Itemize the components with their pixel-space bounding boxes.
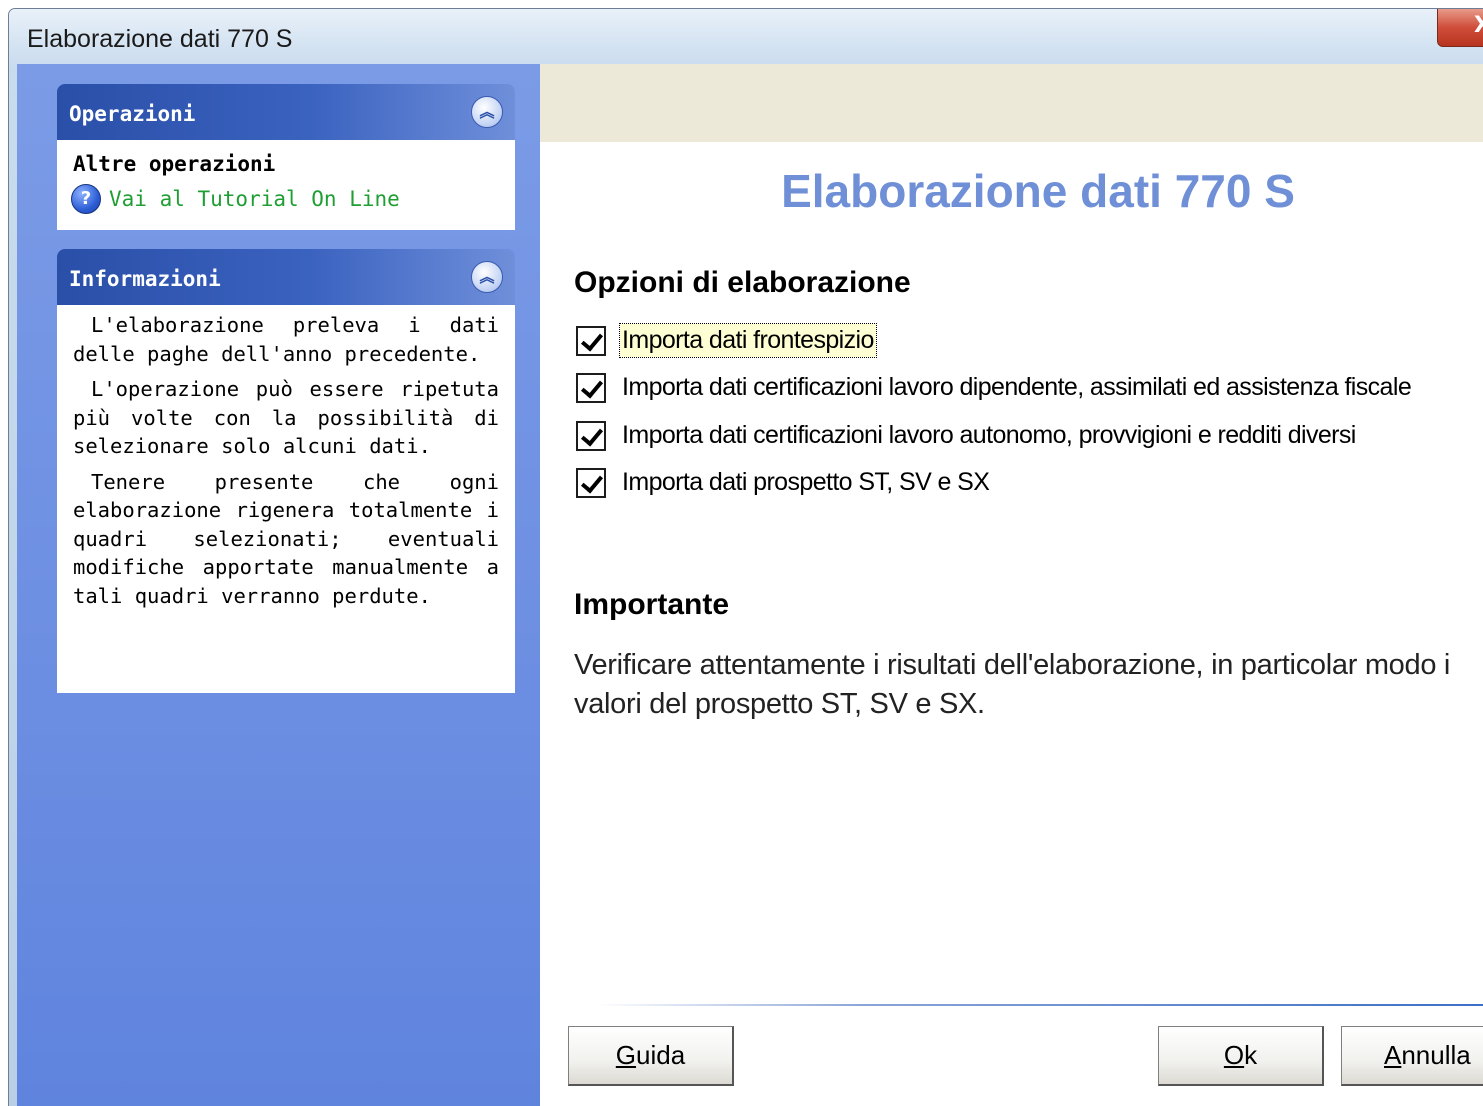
- footer-divider: [596, 1004, 1483, 1006]
- option-label[interactable]: Importa dati frontespizio: [619, 323, 877, 358]
- operations-group-header[interactable]: Operazioni ︽: [57, 84, 515, 140]
- tutorial-link-label[interactable]: Vai al Tutorial On Line: [109, 187, 400, 211]
- title-bar[interactable]: Elaborazione dati 770 S X: [9, 9, 1483, 71]
- option-lavoro-dipendente[interactable]: Importa dati certificazioni lavoro dipen…: [576, 371, 1413, 404]
- help-button-mnemonic: G: [615, 1040, 637, 1070]
- options-section-title: Opzioni di elaborazione: [574, 266, 911, 299]
- tutorial-link[interactable]: ? Vai al Tutorial On Line: [71, 184, 400, 214]
- main-content: Elaborazione dati 770 S Opzioni di elabo…: [540, 64, 1483, 1106]
- important-note: Verificare attentamente i risultati dell…: [574, 649, 1451, 720]
- prospetto-checkbox[interactable]: [576, 467, 606, 498]
- cancel-button-mnemonic: A: [1384, 1040, 1402, 1070]
- option-label[interactable]: Importa dati certificazioni lavoro dipen…: [620, 371, 1413, 404]
- lavoro-dipendente-checkbox[interactable]: [576, 372, 606, 403]
- ok-button[interactable]: Ok: [1158, 1026, 1324, 1086]
- cancel-button-label: nnulla: [1401, 1040, 1471, 1070]
- option-label[interactable]: Importa dati prospetto ST, SV e SX: [620, 466, 991, 499]
- information-group-title: Informazioni: [69, 267, 221, 291]
- ok-button-label: k: [1244, 1040, 1258, 1070]
- help-button[interactable]: Guida: [568, 1026, 734, 1086]
- help-button-label: uida: [636, 1040, 686, 1070]
- close-button[interactable]: X: [1437, 9, 1483, 47]
- important-section-title: Importante: [574, 588, 730, 621]
- close-icon: X: [1474, 13, 1483, 38]
- information-group-header[interactable]: Informazioni ︽: [57, 249, 515, 305]
- ok-button-mnemonic: O: [1223, 1040, 1245, 1070]
- help-icon: ?: [71, 184, 101, 214]
- option-lavoro-autonomo[interactable]: Importa dati certificazioni lavoro auton…: [576, 419, 1358, 452]
- info-paragraph: Tenere presente che ogni elaborazione ri…: [73, 469, 499, 608]
- cancel-button[interactable]: Annulla: [1341, 1026, 1483, 1086]
- collapse-information-icon[interactable]: ︽: [471, 261, 503, 293]
- operations-group-title: Operazioni: [69, 102, 196, 126]
- frontespizio-checkbox[interactable]: [576, 325, 606, 356]
- information-group-body: L'elaborazione preleva i dati delle pagh…: [57, 305, 515, 693]
- option-label[interactable]: Importa dati certificazioni lavoro auton…: [620, 419, 1358, 452]
- task-pane: Operazioni ︽ Altre operazioni ? Vai al T…: [17, 64, 540, 1106]
- page-title: Elaborazione dati 770 S: [781, 165, 1295, 217]
- option-frontespizio[interactable]: Importa dati frontespizio: [576, 323, 877, 358]
- option-prospetto[interactable]: Importa dati prospetto ST, SV e SX: [576, 466, 991, 499]
- collapse-operations-icon[interactable]: ︽: [471, 96, 503, 128]
- header-band: [540, 64, 1483, 142]
- info-paragraph: L'elaborazione preleva i dati delle pagh…: [73, 313, 499, 366]
- lavoro-autonomo-checkbox[interactable]: [576, 420, 606, 451]
- info-paragraph: L'operazione può essere ripetuta più vol…: [73, 377, 499, 458]
- operations-group-body: Altre operazioni ? Vai al Tutorial On Li…: [57, 140, 515, 230]
- window-title: Elaborazione dati 770 S: [27, 25, 293, 53]
- other-operations-heading: Altre operazioni: [73, 152, 276, 176]
